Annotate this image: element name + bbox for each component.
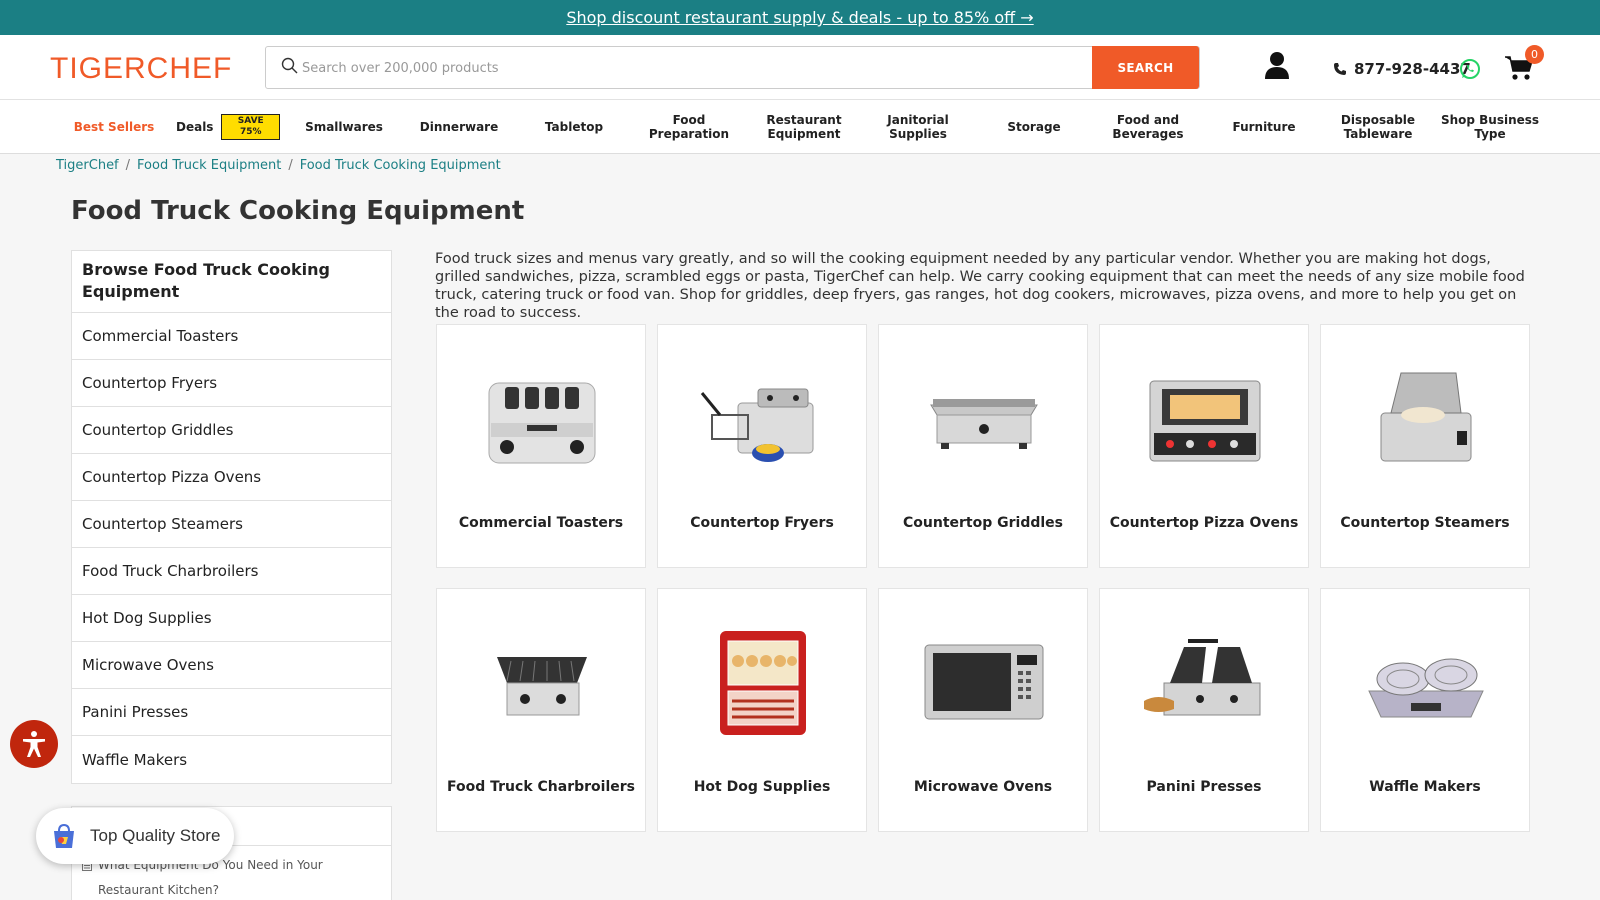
site-header: TIGERCHEF SEARCH 877-928-4437 0 bbox=[0, 35, 1600, 100]
search-button[interactable]: SEARCH bbox=[1092, 46, 1199, 89]
whatsapp-icon[interactable] bbox=[1459, 58, 1481, 80]
breadcrumb: TigerChef / Food Truck Equipment / Food … bbox=[56, 158, 501, 173]
accessibility-icon bbox=[23, 731, 45, 757]
pizza-oven-icon bbox=[1149, 380, 1261, 462]
category-card-label: Panini Presses bbox=[1146, 779, 1262, 795]
accessibility-button[interactable] bbox=[10, 720, 58, 768]
sidebar-item-countertop-griddles[interactable]: Countertop Griddles bbox=[72, 407, 391, 454]
category-card-countertop-steamers[interactable]: Countertop Steamers bbox=[1320, 324, 1530, 568]
nav-item-disposable-tableware[interactable]: Disposable Tableware bbox=[1335, 100, 1421, 154]
breadcrumb-separator: / bbox=[288, 158, 293, 173]
promo-bar: Shop discount restaurant supply & deals … bbox=[0, 0, 1600, 35]
nav-label: Storage bbox=[1007, 120, 1061, 134]
breadcrumb-link-home[interactable]: TigerChef bbox=[56, 158, 119, 173]
search-icon bbox=[281, 57, 298, 74]
sidebar-item-waffle-makers[interactable]: Waffle Makers bbox=[72, 736, 391, 783]
nav-item-dinnerware[interactable]: Dinnerware bbox=[413, 100, 505, 154]
sidebar-item-panini-presses[interactable]: Panini Presses bbox=[72, 689, 391, 736]
phone-number: 877-928-4437 bbox=[1354, 60, 1471, 78]
nav-item-storage[interactable]: Storage bbox=[988, 100, 1080, 154]
sidebar-item-microwave-ovens[interactable]: Microwave Ovens bbox=[72, 642, 391, 689]
panini-press-icon bbox=[1144, 639, 1261, 716]
phone-icon bbox=[1334, 63, 1346, 75]
nav-label: Shop Business Type bbox=[1440, 113, 1540, 141]
sidebar-item-countertop-steamers[interactable]: Countertop Steamers bbox=[72, 501, 391, 548]
nav-label: Food and Beverages bbox=[1112, 113, 1184, 141]
category-card-label: Countertop Fryers bbox=[690, 515, 834, 531]
page-title: Food Truck Cooking Equipment bbox=[71, 196, 525, 226]
category-card-label: Waffle Makers bbox=[1369, 779, 1481, 795]
nav-label: Tabletop bbox=[544, 120, 604, 134]
main-nav: Best Sellers Deals SAVE 75% Smallwares Di… bbox=[0, 100, 1600, 154]
waffle-maker-icon bbox=[1368, 658, 1484, 718]
nav-item-furniture[interactable]: Furniture bbox=[1218, 100, 1310, 154]
sidebar-item-food-truck-charbroilers[interactable]: Food Truck Charbroilers bbox=[72, 548, 391, 595]
tigerchef-logo[interactable]: TIGERCHEF bbox=[50, 52, 232, 86]
breadcrumb-current[interactable]: Food Truck Cooking Equipment bbox=[300, 158, 501, 173]
category-description: Food truck sizes and menus vary greatly,… bbox=[435, 251, 1525, 321]
nav-label: Dinnerware bbox=[419, 120, 499, 134]
breadcrumb-link-food-truck-equipment[interactable]: Food Truck Equipment bbox=[137, 158, 281, 173]
nav-label: Deals bbox=[176, 120, 214, 134]
category-card-food-truck-charbroilers[interactable]: Food Truck Charbroilers bbox=[436, 588, 646, 832]
nav-item-food-preparation[interactable]: Food Preparation bbox=[633, 100, 745, 154]
nav-label: Smallwares bbox=[305, 120, 383, 134]
toaster-icon bbox=[488, 382, 596, 464]
sidebar-item-hot-dog-supplies[interactable]: Hot Dog Supplies bbox=[72, 595, 391, 642]
sidebar-item-countertop-fryers[interactable]: Countertop Fryers bbox=[72, 360, 391, 407]
category-card-panini-presses[interactable]: Panini Presses bbox=[1099, 588, 1309, 832]
nav-item-deals[interactable]: Deals SAVE 75% bbox=[176, 100, 280, 154]
nav-label: Food Preparation bbox=[648, 113, 730, 141]
shop-app-widget[interactable]: Top Quality Store bbox=[36, 808, 234, 864]
nav-item-shop-business-type[interactable]: Shop Business Type bbox=[1440, 100, 1540, 154]
category-card-label: Countertop Griddles bbox=[903, 515, 1063, 531]
charbroiler-icon bbox=[497, 657, 587, 716]
nav-item-best-sellers[interactable]: Best Sellers bbox=[68, 100, 160, 154]
category-card-waffle-makers[interactable]: Waffle Makers bbox=[1320, 588, 1530, 832]
shop-widget-text: Top Quality Store bbox=[90, 826, 221, 845]
shopping-bag-icon bbox=[54, 823, 74, 848]
category-card-label: Commercial Toasters bbox=[458, 515, 624, 531]
breadcrumb-separator: / bbox=[125, 158, 131, 173]
phone-contact[interactable]: 877-928-4437 bbox=[1333, 60, 1471, 78]
nav-label: Furniture bbox=[1232, 120, 1296, 134]
sidebar-item-commercial-toasters[interactable]: Commercial Toasters bbox=[72, 313, 391, 360]
category-card-countertop-griddles[interactable]: Countertop Griddles bbox=[878, 324, 1088, 568]
deal-badge: SAVE 75% bbox=[221, 114, 280, 140]
category-card-label: Hot Dog Supplies bbox=[693, 779, 831, 795]
category-card-commercial-toasters[interactable]: Commercial Toasters bbox=[436, 324, 646, 568]
nav-label: Janitorial Supplies bbox=[887, 113, 949, 141]
nav-label: Best Sellers bbox=[73, 120, 155, 134]
search-input[interactable] bbox=[302, 53, 1082, 83]
nav-label: Disposable Tableware bbox=[1340, 113, 1416, 141]
cart-count-badge: 0 bbox=[1525, 45, 1544, 64]
fryer-icon bbox=[700, 388, 814, 462]
user-account-icon[interactable] bbox=[1264, 51, 1290, 81]
nav-item-smallwares[interactable]: Smallwares bbox=[298, 100, 390, 154]
category-sidebar: Browse Food Truck Cooking Equipment Comm… bbox=[71, 250, 392, 784]
steamer-icon bbox=[1380, 372, 1472, 462]
category-card-label: Countertop Steamers bbox=[1340, 515, 1510, 531]
nav-item-food-and-beverages[interactable]: Food and Beverages bbox=[1108, 100, 1188, 154]
search-box bbox=[265, 46, 1200, 89]
category-card-label: Countertop Pizza Ovens bbox=[1109, 515, 1299, 531]
hot-dog-cabinet-icon bbox=[720, 631, 806, 735]
sidebar-heading: Browse Food Truck Cooking Equipment bbox=[72, 251, 391, 313]
category-card-hot-dog-supplies[interactable]: Hot Dog Supplies bbox=[657, 588, 867, 832]
nav-item-tabletop[interactable]: Tabletop bbox=[528, 100, 620, 154]
category-card-microwave-ovens[interactable]: Microwave Ovens bbox=[878, 588, 1088, 832]
nav-label: Restaurant Equipment bbox=[766, 113, 842, 141]
category-card-label: Microwave Ovens bbox=[913, 779, 1053, 795]
sidebar-item-countertop-pizza-ovens[interactable]: Countertop Pizza Ovens bbox=[72, 454, 391, 501]
category-card-countertop-pizza-ovens[interactable]: Countertop Pizza Ovens bbox=[1099, 324, 1309, 568]
promo-link[interactable]: Shop discount restaurant supply & deals … bbox=[566, 8, 1033, 27]
category-card-countertop-fryers[interactable]: Countertop Fryers bbox=[657, 324, 867, 568]
griddle-icon bbox=[930, 399, 1038, 449]
microwave-icon bbox=[924, 644, 1044, 720]
category-card-label: Food Truck Charbroilers bbox=[447, 779, 635, 795]
nav-item-restaurant-equipment[interactable]: Restaurant Equipment bbox=[759, 100, 849, 154]
nav-item-janitorial-supplies[interactable]: Janitorial Supplies bbox=[860, 100, 976, 154]
